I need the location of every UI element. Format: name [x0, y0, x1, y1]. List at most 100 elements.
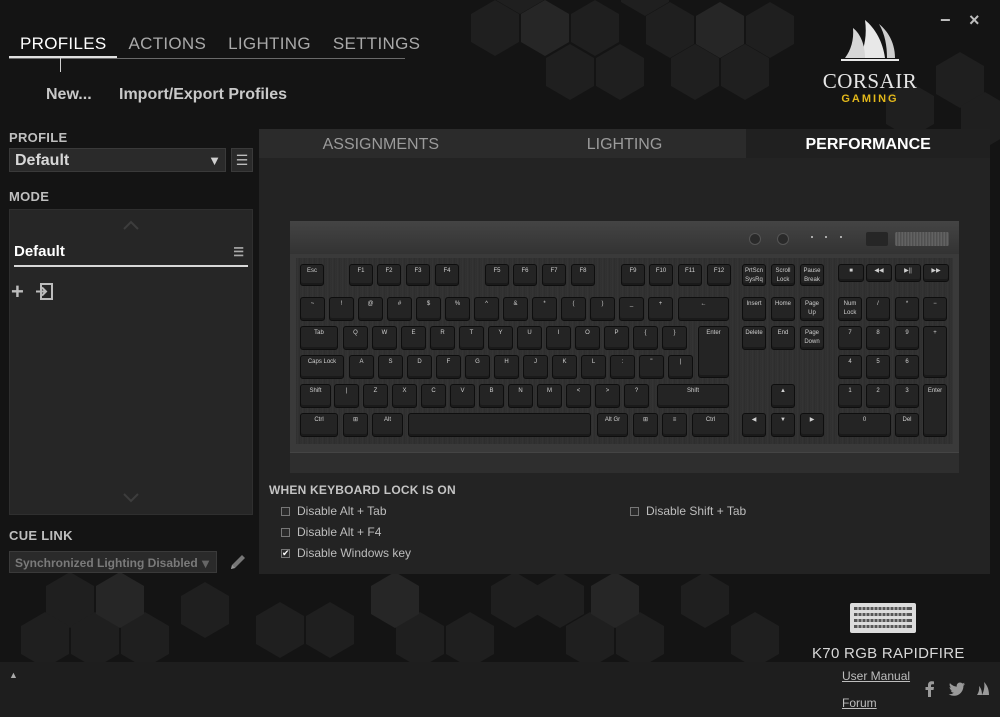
key[interactable]: ⊞	[633, 413, 658, 437]
key[interactable]: U	[517, 326, 542, 350]
key[interactable]: 9	[895, 326, 919, 350]
key[interactable]: F10	[649, 264, 673, 286]
key[interactable]: )	[590, 297, 615, 321]
user-manual-link[interactable]: User Manual	[842, 669, 910, 683]
tab-assignments[interactable]: ASSIGNMENTS	[259, 129, 503, 158]
key[interactable]: F4	[435, 264, 459, 286]
key[interactable]: I	[546, 326, 571, 350]
mode-item-default[interactable]: Default ☰	[14, 243, 248, 267]
key[interactable]: <	[566, 384, 591, 408]
key[interactable]: 1	[838, 384, 862, 408]
key[interactable]: T	[459, 326, 484, 350]
key[interactable]: +	[648, 297, 673, 321]
key[interactable]: P	[604, 326, 629, 350]
key[interactable]: X	[392, 384, 417, 408]
add-mode-icon[interactable]: +	[11, 281, 24, 303]
key[interactable]: S	[378, 355, 403, 379]
key[interactable]: R	[430, 326, 455, 350]
key[interactable]: W	[372, 326, 397, 350]
key[interactable]: G	[465, 355, 490, 379]
key[interactable]: A	[349, 355, 374, 379]
volume-roller[interactable]	[895, 232, 949, 246]
key[interactable]: Insert	[742, 297, 766, 321]
key[interactable]: 6	[895, 355, 919, 379]
key[interactable]: Caps Lock	[300, 355, 344, 379]
key[interactable]: ▶||	[895, 264, 921, 282]
checkbox-checked[interactable]: ✔	[281, 548, 290, 558]
facebook-icon[interactable]	[921, 680, 939, 698]
key[interactable]: ^	[474, 297, 499, 321]
key[interactable]: 0	[838, 413, 891, 437]
key[interactable]: +	[923, 326, 947, 378]
key[interactable]: Esc	[300, 264, 324, 286]
key[interactable]: F12	[707, 264, 731, 286]
key[interactable]: 7	[838, 326, 862, 350]
key[interactable]: >	[595, 384, 620, 408]
key[interactable]: ⊞	[343, 413, 368, 437]
checkbox[interactable]	[281, 506, 290, 516]
key[interactable]: {	[633, 326, 658, 350]
key[interactable]: Shift	[300, 384, 331, 408]
key[interactable]: Home	[771, 297, 795, 321]
lock-button[interactable]	[777, 233, 789, 245]
key[interactable]: !	[329, 297, 354, 321]
tab-performance[interactable]: PERFORMANCE	[746, 129, 991, 158]
key[interactable]: F8	[571, 264, 595, 286]
key[interactable]: ▼	[771, 413, 795, 437]
chevron-down-icon[interactable]	[122, 492, 140, 504]
key[interactable]: F9	[621, 264, 645, 286]
option-disable-windows-key[interactable]: ✔ Disable Windows key	[281, 546, 411, 560]
tab-device-lighting[interactable]: LIGHTING	[502, 129, 747, 158]
option-disable-alt-f4[interactable]: Disable Alt + F4	[281, 525, 381, 539]
key[interactable]: C	[421, 384, 446, 408]
key[interactable]: }	[662, 326, 687, 350]
key[interactable]: F3	[406, 264, 430, 286]
checkbox[interactable]	[281, 527, 290, 537]
key[interactable]: 4	[838, 355, 862, 379]
tab-settings[interactable]: SETTINGS	[322, 28, 431, 58]
key[interactable]: 2	[866, 384, 890, 408]
key[interactable]: (	[561, 297, 586, 321]
key[interactable]: 3	[895, 384, 919, 408]
import-mode-icon[interactable]	[35, 282, 54, 301]
key[interactable]: End	[771, 326, 795, 350]
key[interactable]: K	[552, 355, 577, 379]
key[interactable]: ?	[624, 384, 649, 408]
mute-button[interactable]	[866, 232, 888, 246]
key[interactable]: "	[639, 355, 664, 379]
key[interactable]: _	[619, 297, 644, 321]
key[interactable]: Enter	[923, 384, 947, 437]
keyboard-device-icon[interactable]	[849, 602, 917, 634]
forum-link[interactable]: Forum	[842, 696, 877, 710]
key[interactable]: Alt	[372, 413, 403, 437]
key[interactable]: Page Up	[800, 297, 824, 321]
key[interactable]: #	[387, 297, 412, 321]
hamburger-icon[interactable]: ☰	[233, 245, 244, 259]
key[interactable]: V	[450, 384, 475, 408]
twitter-icon[interactable]	[948, 680, 966, 698]
profile-select[interactable]: Default ▼	[9, 148, 226, 172]
key[interactable]: B	[479, 384, 504, 408]
option-disable-alt-tab[interactable]: Disable Alt + Tab	[281, 504, 387, 518]
brightness-button[interactable]	[749, 233, 761, 245]
key[interactable]: Q	[343, 326, 368, 350]
key[interactable]: H	[494, 355, 519, 379]
key[interactable]: ~	[300, 297, 325, 321]
tab-lighting[interactable]: LIGHTING	[217, 28, 322, 58]
key[interactable]: Y	[488, 326, 513, 350]
key[interactable]: F2	[377, 264, 401, 286]
key[interactable]: :	[610, 355, 635, 379]
key[interactable]: |	[668, 355, 693, 379]
key[interactable]: Enter	[698, 326, 729, 378]
key[interactable]: *	[532, 297, 557, 321]
key[interactable]: E	[401, 326, 426, 350]
pencil-icon[interactable]	[227, 551, 249, 573]
key[interactable]: *	[895, 297, 919, 321]
key[interactable]: F11	[678, 264, 702, 286]
key[interactable]: L	[581, 355, 606, 379]
key[interactable]: 5	[866, 355, 890, 379]
key[interactable]: /	[866, 297, 890, 321]
key[interactable]: Alt Gr	[597, 413, 628, 437]
key[interactable]: D	[407, 355, 432, 379]
key[interactable]: ◀	[742, 413, 766, 437]
